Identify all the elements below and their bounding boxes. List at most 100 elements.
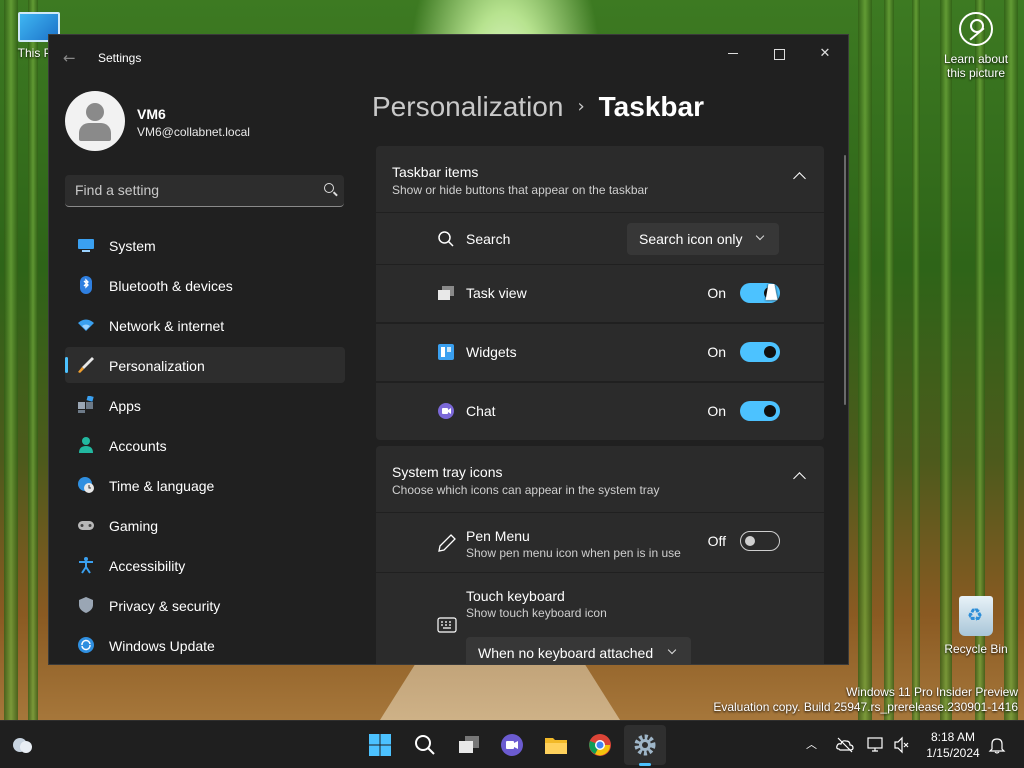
- chevron-down-icon: [755, 231, 765, 241]
- sidebar-item-apps[interactable]: Apps: [65, 387, 345, 423]
- breadcrumb-parent[interactable]: Personalization: [372, 91, 563, 122]
- chrome-icon[interactable]: [588, 733, 612, 757]
- scrollbar[interactable]: [844, 155, 846, 405]
- monitor-icon: [78, 239, 94, 252]
- toggle-state: On: [707, 344, 726, 360]
- network-icon[interactable]: [867, 736, 885, 754]
- search-icon[interactable]: [324, 183, 334, 193]
- update-icon: [78, 637, 94, 653]
- sidebar-item-label: Windows Update: [109, 638, 215, 654]
- setting-description: Show touch keyboard icon: [466, 606, 607, 620]
- close-button[interactable]: ✕: [802, 39, 848, 69]
- clock-time: 8:18 AM: [930, 730, 976, 744]
- sidebar-item-bluetooth[interactable]: Bluetooth & devices: [65, 267, 345, 303]
- wifi-icon: [78, 319, 94, 331]
- sidebar-item-system[interactable]: System: [65, 227, 345, 263]
- minimize-button[interactable]: [710, 39, 756, 69]
- recycle-bin-icon: [959, 596, 993, 636]
- chevron-up-icon[interactable]: ︿: [806, 736, 817, 752]
- touch-keyboard-dropdown[interactable]: When no keyboard attached: [466, 637, 691, 664]
- shield-icon: [79, 597, 93, 613]
- windows-start-icon[interactable]: [368, 733, 392, 757]
- sidebar-item-label: Gaming: [109, 518, 159, 534]
- chevron-right-icon: ›: [577, 96, 585, 117]
- user-email: VM6@collabnet.local: [137, 125, 250, 139]
- sidebar-item-label: Accessibility: [109, 558, 186, 574]
- sidebar-item-accounts[interactable]: Accounts: [65, 427, 345, 463]
- camera-info-icon: [959, 12, 993, 46]
- sidebar-item-label: Network & internet: [109, 318, 225, 334]
- setting-description: Show pen menu icon when pen is in use: [466, 546, 681, 560]
- setting-label: Widgets: [466, 344, 517, 360]
- section-taskbar-items-header[interactable]: Taskbar items Show or hide buttons that …: [376, 146, 824, 212]
- section-title: System tray icons: [392, 464, 503, 480]
- page-title: Taskbar: [598, 91, 704, 122]
- dropdown-value: Search icon only: [639, 231, 743, 247]
- brush-icon: [78, 357, 94, 373]
- file-explorer-icon[interactable]: [544, 733, 568, 757]
- chat-toggle[interactable]: [740, 401, 780, 421]
- volume-muted-icon[interactable]: [893, 736, 911, 754]
- running-indicator: [639, 763, 651, 766]
- settings-gear-icon[interactable]: [633, 733, 657, 757]
- desktop-icon-label: Learn about this picture: [943, 52, 1009, 80]
- weather-icon[interactable]: [10, 733, 34, 757]
- avatar[interactable]: [65, 91, 125, 151]
- sidebar-item-accessibility[interactable]: Accessibility: [65, 547, 345, 583]
- system-clock[interactable]: 8:18 AM 1/15/2024: [918, 729, 988, 761]
- chat-icon[interactable]: [500, 733, 524, 757]
- maximize-button[interactable]: [756, 39, 802, 69]
- onedrive-off-icon[interactable]: [836, 736, 854, 754]
- setting-row-chat: Chat On: [376, 383, 824, 440]
- section-system-tray-header[interactable]: System tray icons Choose which icons can…: [376, 446, 824, 512]
- section-subtitle: Show or hide buttons that appear on the …: [392, 183, 649, 197]
- setting-row-task-view: Task view On: [376, 265, 824, 322]
- person-icon: [79, 437, 93, 453]
- search-mode-dropdown[interactable]: Search icon only: [627, 223, 779, 255]
- clock-date: 1/15/2024: [926, 746, 980, 760]
- desktop-icon-learn-about-picture[interactable]: Learn about this picture: [936, 12, 1016, 80]
- sidebar-item-label: Privacy & security: [109, 598, 221, 614]
- desktop-icon-label: Recycle Bin: [944, 642, 1008, 656]
- window-title: Settings: [98, 51, 142, 65]
- sidebar-item-network[interactable]: Network & internet: [65, 307, 345, 343]
- sidebar-item-label: Personalization: [109, 358, 205, 374]
- sidebar-item-gaming[interactable]: Gaming: [65, 507, 345, 543]
- toggle-state: On: [707, 285, 726, 301]
- sidebar-item-label: Bluetooth & devices: [109, 278, 233, 294]
- sidebar-item-time-language[interactable]: Time & language: [65, 467, 345, 503]
- chat-icon: [438, 403, 454, 419]
- chevron-up-icon[interactable]: [793, 172, 806, 185]
- sidebar-item-personalization[interactable]: Personalization: [65, 347, 345, 383]
- watermark-build: Evaluation copy. Build 25947.rs_prerelea…: [713, 700, 1018, 714]
- task-view-icon: [438, 286, 454, 300]
- title-bar[interactable]: ← Settings ✕: [49, 35, 848, 81]
- sidebar-item-windows-update[interactable]: Windows Update: [65, 627, 345, 663]
- bluetooth-icon: [80, 276, 92, 294]
- widgets-toggle[interactable]: [740, 342, 780, 362]
- build-watermark: Windows 11 Pro Insider Preview Evaluatio…: [713, 685, 1018, 715]
- section-subtitle: Choose which icons can appear in the sys…: [392, 483, 660, 497]
- arrow-left-icon[interactable]: ←: [63, 49, 76, 67]
- breadcrumb: Personalization › Taskbar: [372, 91, 704, 123]
- sidebar-item-label: Accounts: [109, 438, 167, 454]
- user-name: VM6: [137, 106, 166, 122]
- pen-menu-toggle[interactable]: [740, 531, 780, 551]
- desktop-icon-recycle-bin[interactable]: Recycle Bin: [940, 596, 1012, 656]
- search-box[interactable]: [65, 175, 344, 207]
- task-view-icon[interactable]: [457, 733, 481, 757]
- notification-bell-icon[interactable]: [988, 736, 1006, 754]
- sidebar-item-privacy-security[interactable]: Privacy & security: [65, 587, 345, 623]
- chevron-down-icon: [667, 645, 677, 655]
- settings-window: ← Settings ✕ VM6 VM6@collabnet.local Sys…: [48, 34, 849, 665]
- search-icon[interactable]: [413, 733, 437, 757]
- setting-row-widgets: Widgets On: [376, 324, 824, 381]
- search-input[interactable]: [75, 182, 305, 198]
- setting-row-search: Search Search icon only: [376, 213, 824, 264]
- chevron-up-icon[interactable]: [793, 472, 806, 485]
- watermark-edition: Windows 11 Pro Insider Preview: [846, 685, 1018, 699]
- toggle-state: Off: [707, 533, 726, 549]
- setting-label: Chat: [466, 403, 496, 419]
- dropdown-value: When no keyboard attached: [478, 645, 654, 661]
- globe-clock-icon: [78, 477, 94, 493]
